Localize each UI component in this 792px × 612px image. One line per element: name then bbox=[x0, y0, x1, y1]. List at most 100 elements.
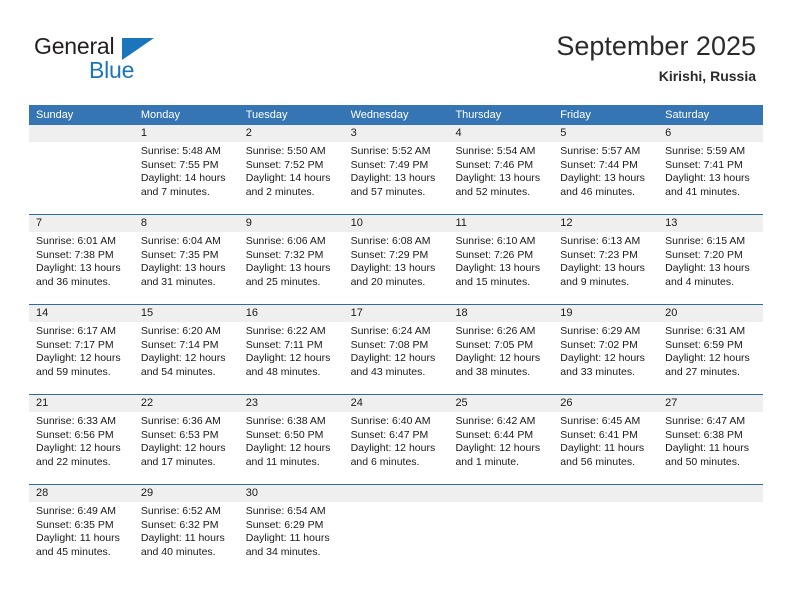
day-detail-line: Daylight: 13 hours bbox=[350, 172, 436, 185]
calendar-week-row: 1 Sunrise: 5:48 AM Sunset: 7:55 PM Daylight… bbox=[29, 125, 764, 214]
day-details bbox=[553, 502, 658, 505]
day-detail-line: Sunset: 7:11 PM bbox=[245, 338, 323, 351]
calendar-day-cell[interactable]: 27 Sunrise: 6:47 AM Sunset: 6:38 PM Dayligh… bbox=[658, 395, 764, 484]
calendar-day-cell-empty bbox=[448, 485, 554, 574]
calendar-day-cell[interactable]: 29 Sunrise: 6:52 AM Sunset: 6:32 PM Dayligh… bbox=[133, 485, 239, 574]
day-detail-line: Daylight: 11 hours bbox=[140, 532, 225, 545]
day-detail-line: and 6 minutes. bbox=[350, 455, 420, 468]
day-number: 24 bbox=[343, 395, 449, 412]
day-details: Sunrise: 6:22 AM Sunset: 7:11 PM Daylight:… bbox=[239, 322, 344, 379]
page-title: September 2025 bbox=[556, 31, 756, 61]
calendar-day-cell[interactable]: 21 Sunrise: 6:33 AM Sunset: 6:56 PM Dayligh… bbox=[29, 395, 134, 484]
calendar-day-cell[interactable]: 17 Sunrise: 6:24 AM Sunset: 7:08 PM Dayligh… bbox=[343, 305, 449, 394]
day-detail-line: Sunrise: 6:49 AM bbox=[36, 505, 116, 517]
calendar-day-cell[interactable]: 15 Sunrise: 6:20 AM Sunset: 7:14 PM Dayligh… bbox=[133, 305, 239, 394]
calendar-day-cell[interactable]: 7 Sunrise: 6:01 AM Sunset: 7:38 PM Daylight… bbox=[29, 215, 134, 304]
day-detail-line: Sunrise: 6:26 AM bbox=[455, 325, 536, 337]
calendar-day-cell[interactable]: 28 Sunrise: 6:49 AM Sunset: 6:35 PM Dayligh… bbox=[29, 485, 134, 574]
calendar-day-cell[interactable]: 26 Sunrise: 6:45 AM Sunset: 6:41 PM Dayligh… bbox=[553, 395, 659, 484]
day-detail-line: Sunrise: 6:31 AM bbox=[665, 325, 746, 337]
day-detail-line: and 48 minutes. bbox=[245, 365, 321, 378]
day-number: 27 bbox=[658, 395, 764, 412]
day-number: 29 bbox=[133, 485, 239, 502]
day-detail-line: and 15 minutes. bbox=[455, 275, 531, 288]
day-details: Sunrise: 5:48 AM Sunset: 7:55 PM Daylight:… bbox=[134, 142, 239, 199]
day-detail-line: and 56 minutes. bbox=[560, 455, 636, 468]
title-block: September 2025 Kirishi, Russia bbox=[556, 30, 756, 84]
calendar-day-cell-empty bbox=[343, 485, 449, 574]
day-detail-line: and 59 minutes. bbox=[36, 365, 111, 378]
calendar-day-cell[interactable]: 30 Sunrise: 6:54 AM Sunset: 6:29 PM Dayligh… bbox=[238, 485, 344, 574]
day-number: 22 bbox=[133, 395, 239, 412]
day-detail-line: Daylight: 12 hours bbox=[350, 352, 436, 365]
day-number: 10 bbox=[343, 215, 449, 232]
day-detail-line: and 4 minutes. bbox=[665, 275, 735, 288]
day-detail-line: Sunset: 7:35 PM bbox=[140, 248, 219, 261]
day-detail-line: Daylight: 13 hours bbox=[665, 262, 750, 275]
calendar-day-cell[interactable]: 19 Sunrise: 6:29 AM Sunset: 7:02 PM Dayligh… bbox=[553, 305, 659, 394]
calendar-day-cell[interactable]: 14 Sunrise: 6:17 AM Sunset: 7:17 PM Dayligh… bbox=[29, 305, 134, 394]
day-detail-line: and 1 minute. bbox=[455, 455, 520, 468]
day-detail-line: Daylight: 14 hours bbox=[245, 172, 331, 185]
day-details: Sunrise: 6:47 AM Sunset: 6:38 PM Daylight:… bbox=[658, 412, 763, 469]
day-detail-line: Sunset: 7:55 PM bbox=[140, 158, 219, 171]
calendar-day-cell[interactable]: 13 Sunrise: 6:15 AM Sunset: 7:20 PM Dayligh… bbox=[658, 215, 764, 304]
calendar-day-cell[interactable]: 16 Sunrise: 6:22 AM Sunset: 7:11 PM Dayligh… bbox=[238, 305, 344, 394]
day-detail-line: and 38 minutes. bbox=[455, 365, 531, 378]
day-details: Sunrise: 6:06 AM Sunset: 7:32 PM Daylight:… bbox=[239, 232, 344, 289]
day-details: Sunrise: 6:49 AM Sunset: 6:35 PM Daylight:… bbox=[29, 502, 134, 559]
calendar-day-cell[interactable]: 2 Sunrise: 5:50 AM Sunset: 7:52 PM Daylight… bbox=[238, 125, 344, 214]
day-of-week-saturday: Saturday bbox=[665, 109, 710, 121]
calendar-day-cell[interactable]: 3 Sunrise: 5:52 AM Sunset: 7:49 PM Daylight… bbox=[343, 125, 449, 214]
day-detail-line: Sunset: 7:32 PM bbox=[245, 248, 324, 261]
calendar-day-cell[interactable]: 22 Sunrise: 6:36 AM Sunset: 6:53 PM Dayligh… bbox=[133, 395, 239, 484]
day-of-week-tuesday: Tuesday bbox=[245, 109, 288, 121]
day-of-week-monday: Monday bbox=[140, 109, 180, 121]
day-detail-line: Sunset: 6:53 PM bbox=[140, 428, 219, 441]
day-detail-line: and 25 minutes. bbox=[245, 275, 321, 288]
day-of-week-header: Sunday Monday Tuesday Wednesday Thursday Frid… bbox=[29, 105, 763, 125]
day-detail-line: Daylight: 13 hours bbox=[245, 262, 331, 275]
calendar-day-cell[interactable]: 9 Sunrise: 6:06 AM Sunset: 7:32 PM Daylight… bbox=[238, 215, 344, 304]
calendar-day-cell[interactable]: 12 Sunrise: 6:13 AM Sunset: 7:23 PM Dayligh… bbox=[553, 215, 659, 304]
day-number: 21 bbox=[29, 395, 134, 412]
calendar-day-cell[interactable]: 24 Sunrise: 6:40 AM Sunset: 6:47 PM Dayligh… bbox=[343, 395, 449, 484]
day-detail-line: Daylight: 12 hours bbox=[245, 352, 331, 365]
day-detail-line: Sunset: 6:50 PM bbox=[245, 428, 324, 441]
day-detail-line: Daylight: 12 hours bbox=[245, 442, 331, 455]
calendar-week-row: 28 Sunrise: 6:49 AM Sunset: 6:35 PM Dayligh… bbox=[29, 484, 764, 574]
day-detail-line: Sunrise: 6:01 AM bbox=[36, 235, 116, 247]
day-details: Sunrise: 6:24 AM Sunset: 7:08 PM Daylight:… bbox=[344, 322, 449, 379]
day-detail-line: Daylight: 12 hours bbox=[140, 442, 226, 455]
calendar-day-cell[interactable]: 18 Sunrise: 6:26 AM Sunset: 7:05 PM Dayligh… bbox=[448, 305, 554, 394]
calendar-day-cell[interactable]: 10 Sunrise: 6:08 AM Sunset: 7:29 PM Dayligh… bbox=[343, 215, 449, 304]
calendar-day-cell[interactable]: 1 Sunrise: 5:48 AM Sunset: 7:55 PM Daylight… bbox=[133, 125, 239, 214]
day-detail-line: Daylight: 12 hours bbox=[350, 442, 436, 455]
day-detail-line: Sunset: 6:56 PM bbox=[36, 428, 114, 441]
day-detail-line: Sunrise: 6:45 AM bbox=[560, 415, 641, 427]
day-detail-line: and 11 minutes. bbox=[245, 455, 320, 468]
day-detail-line: Sunrise: 6:10 AM bbox=[455, 235, 536, 247]
calendar-page: General Blue September 2025 Kirishi, Rus… bbox=[0, 0, 792, 612]
day-detail-line: Sunset: 7:38 PM bbox=[36, 248, 114, 261]
calendar-week-row: 14 Sunrise: 6:17 AM Sunset: 7:17 PM Dayligh… bbox=[29, 304, 764, 394]
day-details: Sunrise: 6:13 AM Sunset: 7:23 PM Daylight:… bbox=[553, 232, 658, 289]
calendar-day-cell[interactable]: 23 Sunrise: 6:38 AM Sunset: 6:50 PM Dayligh… bbox=[238, 395, 344, 484]
calendar-day-cell[interactable]: 25 Sunrise: 6:42 AM Sunset: 6:44 PM Dayligh… bbox=[448, 395, 554, 484]
calendar-day-cell[interactable]: 20 Sunrise: 6:31 AM Sunset: 6:59 PM Dayligh… bbox=[658, 305, 764, 394]
day-details: Sunrise: 6:17 AM Sunset: 7:17 PM Daylight:… bbox=[29, 322, 134, 379]
day-detail-line: Sunrise: 6:36 AM bbox=[140, 415, 221, 427]
day-detail-line: Sunset: 6:29 PM bbox=[245, 518, 324, 531]
calendar-day-cell[interactable]: 6 Sunrise: 5:59 AM Sunset: 7:41 PM Daylight… bbox=[658, 125, 764, 214]
day-of-week-friday: Friday bbox=[560, 109, 591, 121]
generalblue-logo[interactable]: General Blue bbox=[34, 33, 204, 85]
calendar-day-cell[interactable]: 4 Sunrise: 5:54 AM Sunset: 7:46 PM Daylight… bbox=[448, 125, 554, 214]
calendar-day-cell[interactable]: 5 Sunrise: 5:57 AM Sunset: 7:44 PM Daylight… bbox=[553, 125, 659, 214]
day-details: Sunrise: 6:04 AM Sunset: 7:35 PM Daylight:… bbox=[134, 232, 239, 289]
day-number: 28 bbox=[29, 485, 134, 502]
day-detail-line: Sunset: 7:14 PM bbox=[140, 338, 219, 351]
calendar-day-cell[interactable]: 8 Sunrise: 6:04 AM Sunset: 7:35 PM Daylight… bbox=[133, 215, 239, 304]
calendar-day-cell-empty bbox=[29, 125, 134, 214]
calendar-day-cell[interactable]: 11 Sunrise: 6:10 AM Sunset: 7:26 PM Dayligh… bbox=[448, 215, 554, 304]
day-detail-line: Sunset: 7:41 PM bbox=[665, 158, 743, 171]
